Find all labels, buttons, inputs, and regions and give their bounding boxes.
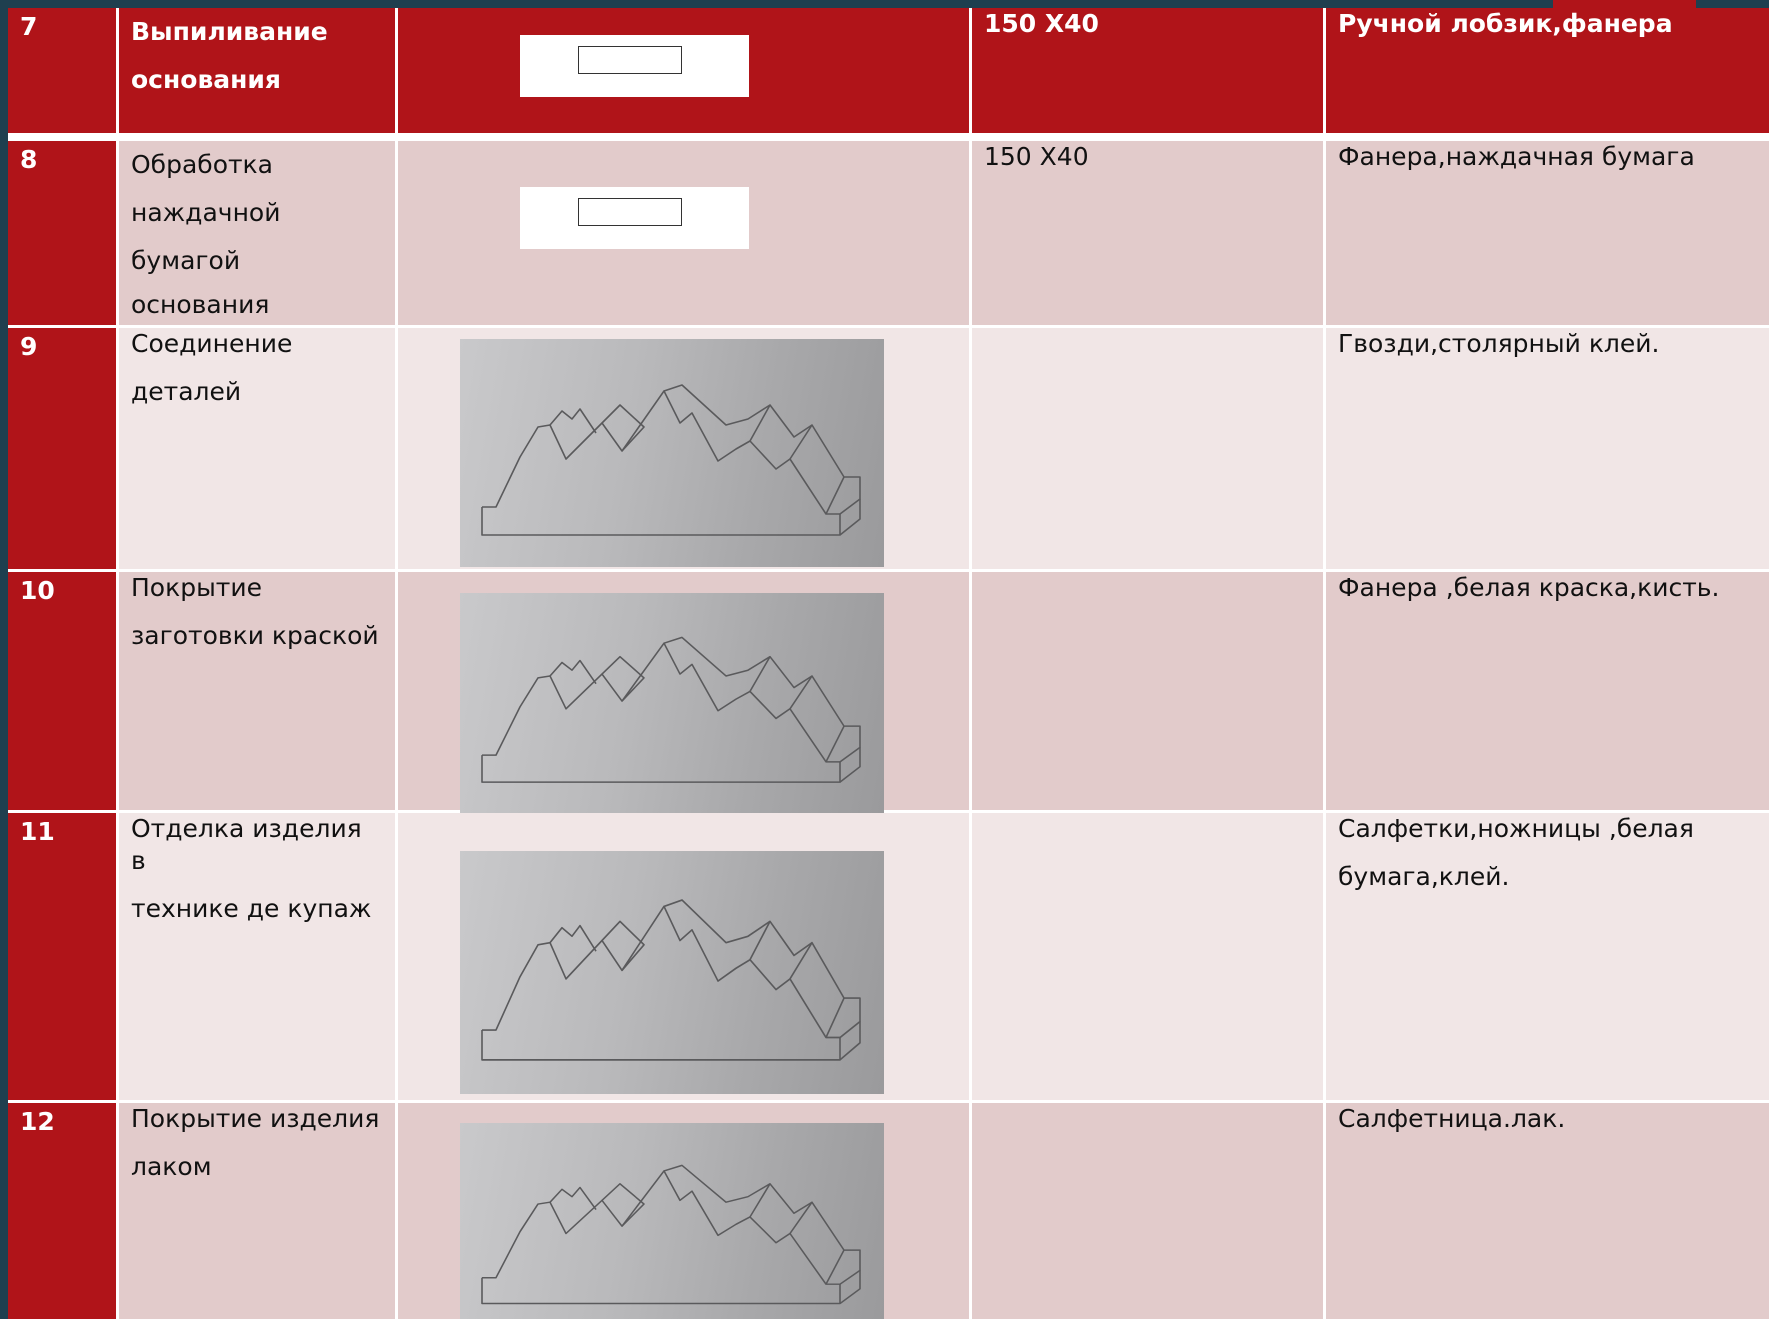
operation-cell: Покрытие изделия лаком <box>119 1103 398 1319</box>
materials-cell: Фанера,наждачная бумага <box>1326 141 1769 328</box>
materials-line: Салфетки,ножницы ,белая <box>1338 814 1694 843</box>
table-row: 11 Отделка изделия в технике де купаж Са… <box>8 813 1769 1103</box>
materials-cell: Гвозди,столярный клей. <box>1326 328 1769 572</box>
size-cell <box>972 328 1326 572</box>
operation-line: Соединение <box>131 329 293 358</box>
operation-line: лаком <box>131 1152 212 1181</box>
size-cell <box>972 572 1326 813</box>
image-cell <box>398 813 972 1103</box>
size-cell <box>972 1103 1326 1319</box>
materials-cell: Фанера ,белая краска,кисть. <box>1326 572 1769 813</box>
napkin-holder-sketch-photo <box>460 1123 884 1319</box>
table-row: 8 Обработка наждачной бумагой основания … <box>8 141 1769 328</box>
rectangle-sketch <box>520 35 749 97</box>
operation-line: Выпиливание <box>131 17 328 46</box>
operation-line: Покрытие <box>131 573 262 602</box>
operation-line: Обработка <box>131 150 273 179</box>
step-number: 7 <box>8 8 119 141</box>
step-number: 10 <box>8 572 119 813</box>
operation-cell: Обработка наждачной бумагой основания <box>119 141 398 328</box>
materials-cell: Ручной лобзик,фанера <box>1326 8 1769 141</box>
size-text: 150 Х40 <box>984 9 1099 38</box>
step-number: 8 <box>8 141 119 328</box>
size-cell: 150 Х40 <box>972 8 1326 141</box>
materials-line: бумага,клей. <box>1338 862 1510 891</box>
operation-line: Покрытие изделия <box>131 1104 380 1133</box>
top-accent-bar <box>1553 0 1696 8</box>
image-cell <box>398 141 972 328</box>
operation-line: наждачной <box>131 198 281 227</box>
image-cell <box>398 1103 972 1319</box>
operation-cell: Выпиливание основания <box>119 8 398 141</box>
napkin-holder-sketch-photo <box>460 339 884 567</box>
rectangle-shape <box>578 198 682 226</box>
materials-line: Фанера ,белая краска,кисть. <box>1338 573 1720 602</box>
image-cell <box>398 572 972 813</box>
materials-cell: Салфетки,ножницы ,белая бумага,клей. <box>1326 813 1769 1103</box>
operation-line: Отделка изделия в <box>131 814 362 875</box>
operation-line: основания <box>131 65 281 94</box>
napkin-holder-sketch-photo <box>460 593 884 813</box>
table-row: 9 Соединение деталей Гвозди,столярный кл… <box>8 328 1769 572</box>
rectangle-shape <box>578 46 682 74</box>
size-text: 150 Х40 <box>984 142 1089 171</box>
operation-line: деталей <box>131 377 242 406</box>
operation-cell: Отделка изделия в технике де купаж <box>119 813 398 1103</box>
image-cell <box>398 328 972 572</box>
process-table: 7 Выпиливание основания 150 Х40 Ручной л… <box>8 8 1769 1319</box>
materials-line: Салфетница.лак. <box>1338 1104 1566 1133</box>
operation-line: заготовки краской <box>131 621 379 650</box>
image-cell <box>398 8 972 141</box>
table-row: 12 Покрытие изделия лаком Салфетница.лак… <box>8 1103 1769 1319</box>
materials-line: Гвозди,столярный клей. <box>1338 329 1660 358</box>
step-number: 9 <box>8 328 119 572</box>
table-row: 10 Покрытие заготовки краской Фанера ,бе… <box>8 572 1769 813</box>
operation-line: технике де купаж <box>131 894 372 923</box>
size-cell: 150 Х40 <box>972 141 1326 328</box>
operation-cell: Соединение деталей <box>119 328 398 572</box>
operation-line: основания <box>131 290 270 319</box>
materials-line: Фанера,наждачная бумага <box>1338 142 1695 171</box>
step-number: 11 <box>8 813 119 1103</box>
rectangle-sketch <box>520 187 749 249</box>
step-number: 12 <box>8 1103 119 1319</box>
napkin-holder-sketch-photo <box>460 851 884 1094</box>
table-row: 7 Выпиливание основания 150 Х40 Ручной л… <box>8 8 1769 141</box>
operation-cell: Покрытие заготовки краской <box>119 572 398 813</box>
materials-line: Ручной лобзик,фанера <box>1338 9 1673 38</box>
size-cell <box>972 813 1326 1103</box>
operation-line: бумагой <box>131 246 241 275</box>
process-table-container: 7 Выпиливание основания 150 Х40 Ручной л… <box>8 8 1769 1319</box>
materials-cell: Салфетница.лак. <box>1326 1103 1769 1319</box>
